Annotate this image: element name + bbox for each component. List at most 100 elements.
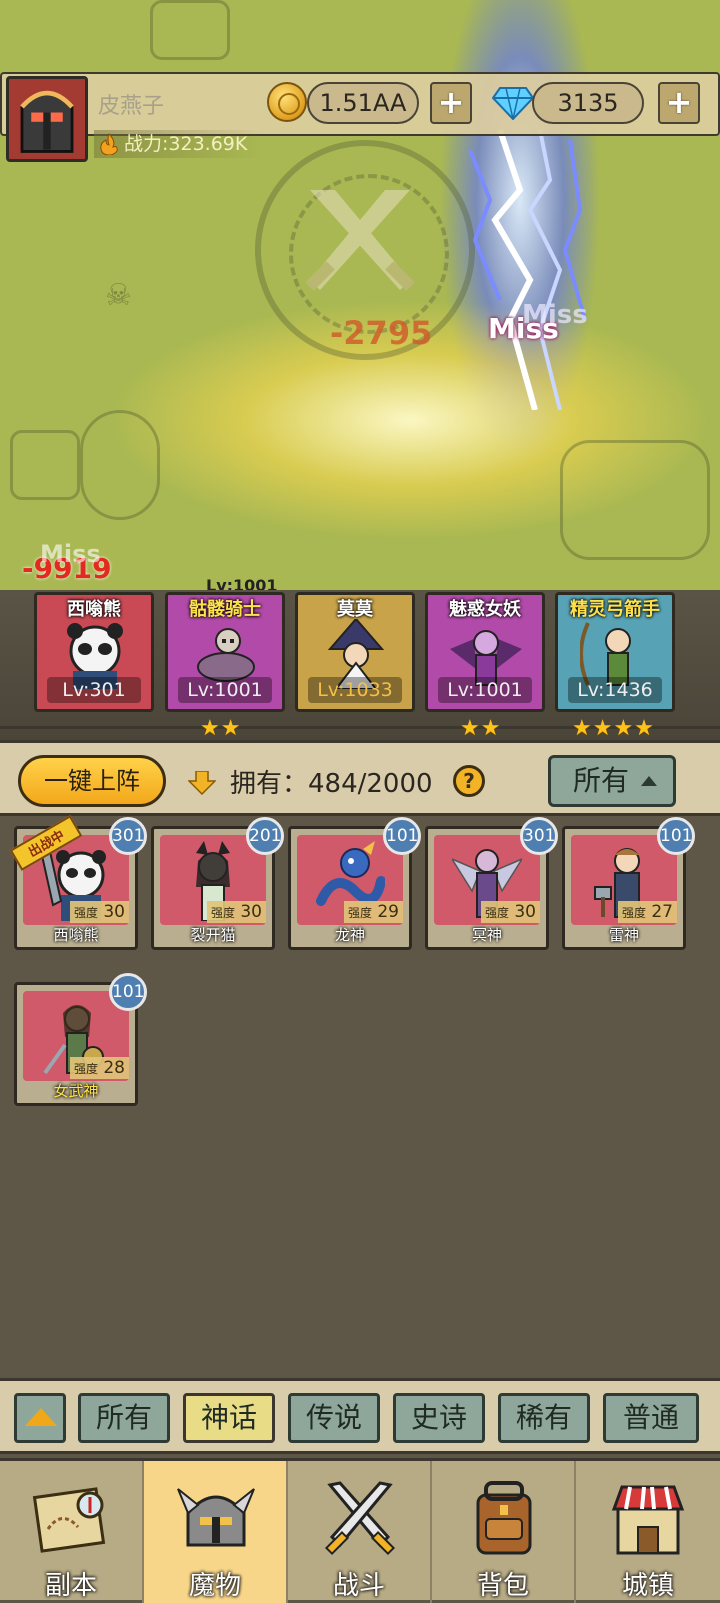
combat-power-label: 战力:323.69K (124, 133, 248, 155)
nav-label: 战斗 (332, 1571, 385, 1601)
monster-card[interactable]: 强度 28 女武神 101 (14, 973, 147, 1106)
hero-name: 精灵弓箭手 (570, 599, 660, 620)
skull-icon: ☠ (105, 278, 132, 313)
add-gems-button[interactable]: + (658, 82, 700, 124)
monster-name: 龙神 (334, 926, 365, 944)
strength-label: 强度 (210, 906, 235, 920)
rarity-tab-legendary[interactable]: 传说 (288, 1393, 380, 1443)
owned-count: 拥有：484/2000 (230, 769, 433, 799)
tile-decoration (560, 440, 710, 560)
level-badge: 301 (109, 817, 147, 855)
chevron-up-icon (641, 776, 657, 786)
nav-town[interactable]: 城镇 (576, 1461, 720, 1603)
level-badge: 101 (383, 817, 421, 855)
tile-decoration (150, 0, 230, 60)
rarity-filter-bar: 所有 神话 传说 史诗 稀有 普通 (0, 1378, 720, 1454)
strength-value: 30 (240, 902, 262, 922)
strength-badge: 强度 28 (69, 1057, 129, 1079)
auto-deploy-button[interactable]: 一键上阵 (18, 755, 166, 807)
help-icon[interactable]: ? (453, 765, 485, 797)
crossed-swords-emblem-icon (305, 190, 415, 291)
nav-label: 魔物 (188, 1571, 241, 1601)
hero-level: Lv:1001 (438, 677, 532, 703)
combat-power: 战力:323.69K (94, 130, 264, 158)
shop-building-icon (611, 1485, 685, 1555)
gold-coin-icon (267, 82, 307, 122)
miss-text: Miss (40, 540, 101, 568)
rarity-tab-mythic[interactable]: 神话 (183, 1393, 275, 1443)
rarity-tab-common[interactable]: 普通 (603, 1393, 699, 1443)
strength-badge: 强度 29 (343, 901, 403, 923)
hero-stars: ★★★★ (572, 716, 655, 741)
level-badge: 101 (109, 973, 147, 1011)
level-badge: 301 (520, 817, 558, 855)
monster-card[interactable]: 出战中 强度 30 西嗡熊 301 (9, 815, 147, 950)
monster-card[interactable]: 强度 30 冥神 301 (425, 817, 558, 950)
hero-level: Lv:1001 (178, 677, 272, 703)
damage-number: -2795 (330, 314, 433, 352)
monster-grid: 出战中 强度 30 西嗡熊 301 强度 30 裂开猫 201 强度 29 龙神… (0, 815, 720, 1376)
hero-name: 骷髅骑士 (189, 599, 261, 620)
nav-label: 城镇 (621, 1571, 674, 1601)
strength-value: 30 (514, 902, 536, 922)
level-badge: 201 (246, 817, 284, 855)
nav-label: 背包 (476, 1571, 529, 1601)
collapse-button[interactable] (14, 1393, 66, 1443)
nav-dungeon[interactable]: 副本 (0, 1461, 144, 1603)
battle-lineup: 西嗡熊 Lv:301 骷髅骑士 Lv:1001 莫莫 Lv:1033 魅惑女妖 … (0, 590, 720, 741)
triangle-up-icon (25, 1408, 57, 1426)
miss-text: Miss (522, 300, 588, 330)
crossed-swords-icon (324, 1481, 396, 1556)
hero-level: Lv:301 (47, 677, 141, 703)
strength-value: 29 (377, 902, 399, 922)
monster-name: 西嗡熊 (53, 926, 99, 944)
hero-name: 西嗡熊 (67, 599, 121, 620)
monster-card[interactable]: 强度 30 裂开猫 201 (151, 817, 284, 950)
hero-level: Lv:1436 (568, 677, 662, 703)
gem-amount: 3135 (532, 82, 644, 124)
hero-stars: ★★ (460, 716, 502, 741)
strength-label: 强度 (73, 1062, 98, 1076)
lineup-slot-4[interactable]: 魅惑女妖 Lv:1001 (425, 592, 545, 712)
rarity-tab-all[interactable]: 所有 (78, 1393, 170, 1443)
monster-card[interactable]: 强度 27 雷神 101 (562, 817, 695, 950)
level-badge: 101 (657, 817, 695, 855)
add-coins-button[interactable]: + (430, 82, 472, 124)
strength-value: 30 (103, 902, 125, 922)
lineup-slot-5[interactable]: 精灵弓箭手 Lv:1436 (555, 592, 675, 712)
strength-badge: 强度 27 (617, 901, 677, 923)
lineup-slot-1[interactable]: 西嗡熊 Lv:301 (34, 592, 154, 712)
strength-label: 强度 (73, 906, 98, 920)
lineup-slot-3[interactable]: 莫莫 Lv:1033 (295, 592, 415, 712)
nav-backpack[interactable]: 背包 (432, 1461, 576, 1603)
backpack-icon (476, 1481, 532, 1555)
avatar[interactable] (6, 76, 88, 162)
hero-stars: ★★ (200, 716, 242, 741)
strength-label: 强度 (621, 906, 646, 920)
lineup-slot-2[interactable]: 骷髅骑士 Lv:1001 (165, 592, 285, 712)
roster-controls: 一键上阵 拥有：484/2000 ? 所有 (0, 740, 720, 816)
monster-name: 裂开猫 (190, 926, 236, 944)
map-icon (32, 1487, 106, 1553)
lightning-effect-icon (468, 130, 587, 410)
monster-card[interactable]: 强度 29 龙神 101 (288, 817, 421, 950)
rarity-tab-epic[interactable]: 史诗 (393, 1393, 485, 1443)
monster-helmet-icon (177, 1488, 255, 1547)
monster-name: 雷神 (608, 926, 639, 944)
hero-level: Lv:1033 (308, 677, 402, 703)
rarity-tab-rare[interactable]: 稀有 (498, 1393, 590, 1443)
strength-label: 强度 (347, 906, 372, 920)
strength-label: 强度 (484, 906, 509, 920)
filter-dropdown[interactable]: 所有 (548, 755, 676, 807)
strength-badge: 强度 30 (480, 901, 540, 923)
strength-value: 28 (103, 1058, 125, 1078)
tile-decoration (80, 410, 160, 520)
strength-badge: 强度 30 (206, 901, 266, 923)
nav-battle[interactable]: 战斗 (288, 1461, 432, 1603)
diamond-icon (492, 87, 534, 120)
tile-decoration (10, 430, 80, 500)
nav-monsters[interactable]: 魔物 (144, 1461, 288, 1603)
monster-name: 冥神 (471, 926, 502, 944)
coin-amount: 1.51AA (307, 82, 419, 124)
down-arrow-icon (188, 771, 216, 795)
